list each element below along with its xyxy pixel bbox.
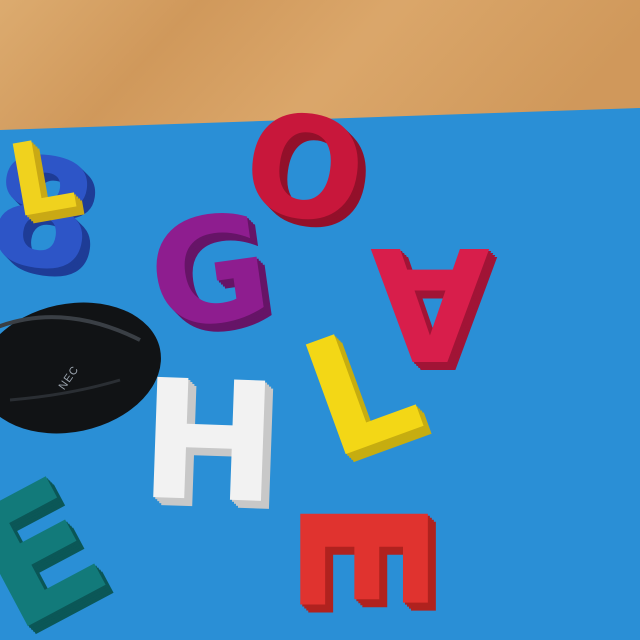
photo-scene: NEC 88888LLLLLOOOOOGGGGGAAAAALLLLLHHHHHE…: [0, 0, 640, 640]
letter-e-red: E: [258, 497, 462, 618]
letters-layer: 88888LLLLLOOOOOGGGGGAAAAALLLLLHHHHHEEEEE…: [0, 0, 640, 640]
letter-e-teal: E: [0, 440, 136, 640]
letter-g: G: [138, 180, 281, 365]
